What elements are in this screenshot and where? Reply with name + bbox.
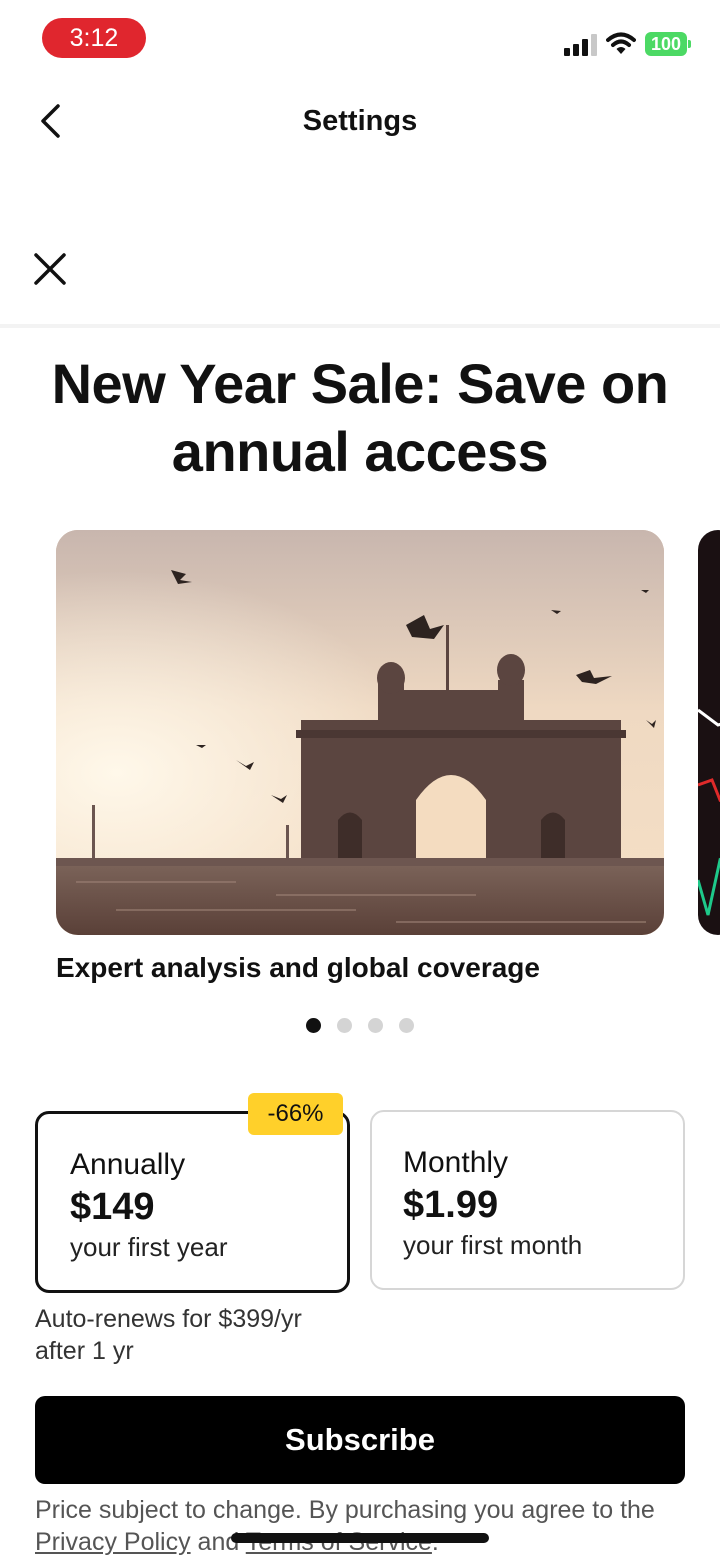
wifi-icon [606,32,636,56]
plan-option-annually[interactable]: Annually $149 your first year [35,1111,350,1293]
home-indicator[interactable] [231,1533,489,1543]
plan-option-monthly[interactable]: Monthly $1.99 your first month [370,1110,685,1290]
discount-badge: -66% [248,1093,343,1135]
page-dot[interactable] [337,1018,352,1033]
subscribe-button[interactable]: Subscribe [35,1396,685,1484]
page-title: Settings [302,105,418,137]
page-dot[interactable] [399,1018,414,1033]
carousel-caption: Expert analysis and global coverage [56,952,540,983]
carousel-image[interactable] [56,530,664,935]
close-icon [34,253,66,285]
plan-term: your first month [403,1230,583,1260]
plan-price: $1.99 [403,1184,499,1226]
legal-text: Price subject to change. By purchasing y… [35,1494,695,1558]
privacy-policy-link[interactable]: Privacy Policy [35,1528,191,1556]
plan-term: your first year [70,1232,228,1262]
page-dot[interactable] [368,1018,383,1033]
headline: New Year Sale: Save on annual access [51,352,669,483]
nav-bar: Settings [0,88,720,158]
plan-name: Annually [70,1148,186,1181]
renewal-note: Auto-renews for $399/yr after 1 yr [35,1305,302,1365]
battery-level: 100 [645,32,687,56]
close-button[interactable] [28,246,72,290]
legal-prefix: Price subject to change. By purchasing y… [35,1496,655,1524]
next-carousel-card[interactable] [698,530,720,935]
battery-icon: 100 [645,32,691,56]
page-dot[interactable] [306,1018,321,1033]
plan-name: Monthly [403,1146,509,1179]
plan-price: $149 [70,1186,155,1228]
divider [0,324,720,328]
status-time: 3:12 [42,18,146,58]
status-bar: 3:12 100 [0,0,720,80]
cellular-signal-icon [564,34,598,56]
